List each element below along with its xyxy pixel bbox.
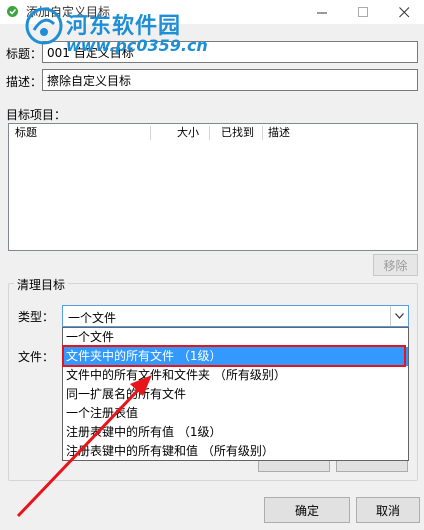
- ok-button[interactable]: 确定: [264, 497, 350, 523]
- annotation-arrow: [16, 375, 152, 518]
- cancel-button[interactable]: 取消: [356, 497, 420, 523]
